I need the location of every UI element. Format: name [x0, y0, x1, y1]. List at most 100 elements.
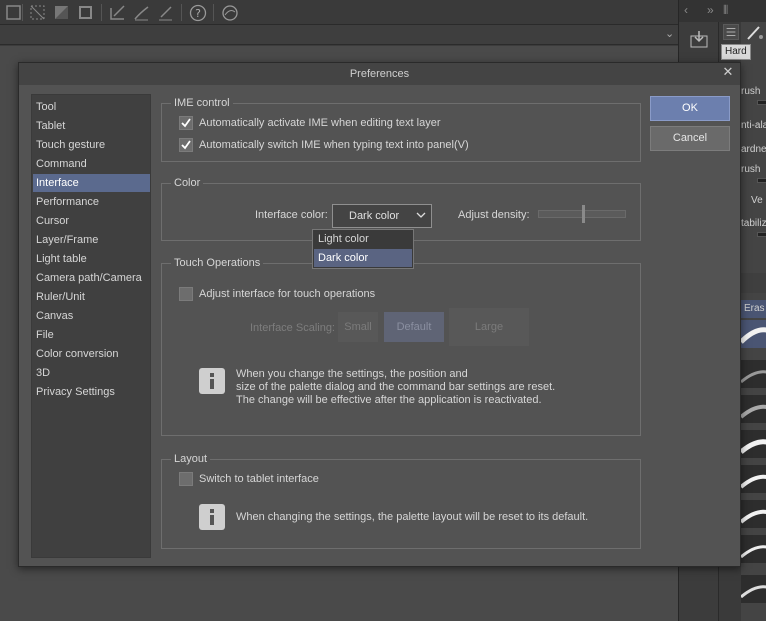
category-item-canvas[interactable]: Canvas	[33, 307, 150, 325]
selection-border-icon[interactable]	[76, 3, 96, 23]
main-toolbar: ?	[0, 0, 678, 25]
tooltip: Hard	[721, 44, 751, 60]
svg-text:?: ?	[195, 7, 201, 20]
palette-label: ardne	[741, 144, 766, 155]
palette-label: rush	[741, 86, 761, 97]
palette-header: ‹ » ⦀	[679, 0, 766, 22]
checkbox-label: Automatically switch IME when typing tex…	[199, 139, 469, 151]
info-icon	[199, 368, 225, 394]
category-item-layer-frame[interactable]: Layer/Frame	[33, 231, 150, 249]
group-title: Layout	[171, 452, 211, 466]
checkbox-label: Switch to tablet interface	[199, 473, 319, 485]
touch-adjust-checkbox[interactable]: Adjust interface for touch operations	[179, 286, 375, 302]
material-icon[interactable]	[220, 3, 240, 23]
density-slider[interactable]	[538, 205, 626, 223]
toolbar-separator	[101, 4, 102, 21]
double-chevron-right-icon[interactable]: »	[707, 3, 714, 17]
category-item-camera-path[interactable]: Camera path/Camera	[33, 269, 150, 287]
category-item-performance[interactable]: Performance	[33, 193, 150, 211]
brush-stroke-icon[interactable]	[132, 3, 152, 23]
chevron-down-icon[interactable]: ⌄	[665, 27, 674, 40]
group-title: Color	[171, 176, 204, 190]
ime-activate-checkbox[interactable]: Automatically activate IME when editing …	[179, 115, 441, 131]
brush-preview[interactable]	[741, 465, 766, 493]
close-icon[interactable]: ✕	[721, 65, 735, 79]
checkbox[interactable]	[179, 287, 193, 301]
category-item-privacy-settings[interactable]: Privacy Settings	[33, 383, 150, 401]
brush-header	[741, 273, 766, 293]
layout-group: Layout Switch to tablet interface When c…	[161, 452, 641, 549]
category-item-touch-gesture[interactable]: Touch gesture	[33, 136, 150, 154]
slider-thumb[interactable]	[582, 205, 585, 223]
category-list: Tool Tablet Touch gesture Command Interf…	[31, 94, 151, 558]
category-item-ruler-unit[interactable]: Ruler/Unit	[33, 288, 150, 306]
ime-switch-checkbox[interactable]: Automatically switch IME when typing tex…	[179, 137, 469, 153]
category-item-cursor[interactable]: Cursor	[33, 212, 150, 230]
info-icon	[199, 504, 225, 530]
toolbar-tool-icon[interactable]	[4, 3, 24, 23]
toolbar-separator	[213, 4, 214, 21]
brush-preview[interactable]	[741, 320, 766, 348]
interface-color-dropdown: Light color Dark color	[312, 229, 414, 269]
eraser-stroke-icon[interactable]	[156, 3, 176, 23]
scaling-default-option[interactable]: Default	[384, 312, 444, 342]
group-title: Touch Operations	[171, 256, 264, 270]
category-item-interface[interactable]: Interface	[33, 174, 150, 192]
checkbox[interactable]	[179, 472, 193, 486]
interface-color-select[interactable]: Dark color	[332, 204, 432, 228]
chevron-down-icon	[414, 208, 428, 222]
dropdown-option-light[interactable]: Light color	[314, 230, 412, 248]
scaling-small-option[interactable]: Small	[338, 312, 378, 342]
checkbox-checked-icon[interactable]	[179, 138, 193, 152]
palette-label: tabiliz	[741, 218, 766, 229]
palette-label: Ve	[751, 195, 763, 206]
eraser-tool-icon[interactable]	[743, 24, 765, 42]
info-message-line: The change will be effective after the a…	[236, 394, 542, 406]
brush-name[interactable]: Eras	[741, 300, 766, 318]
brush-preview[interactable]	[741, 500, 766, 528]
touch-operations-group: Touch Operations Adjust interface for to…	[161, 256, 641, 436]
palette-slider[interactable]	[757, 178, 766, 183]
ok-button[interactable]: OK	[650, 96, 730, 121]
help-icon[interactable]: ?	[188, 3, 208, 23]
dropdown-option-dark[interactable]: Dark color	[314, 249, 412, 267]
brush-preview[interactable]	[741, 430, 766, 458]
menu-icon[interactable]	[723, 24, 739, 40]
palette-slider[interactable]	[757, 100, 766, 105]
category-item-tablet[interactable]: Tablet	[33, 117, 150, 135]
palette-grip-icon[interactable]: ⦀	[723, 3, 728, 18]
selection-invert-icon[interactable]	[52, 3, 72, 23]
category-item-file[interactable]: File	[33, 326, 150, 344]
checkbox-checked-icon[interactable]	[179, 116, 193, 130]
ruler-pen-icon[interactable]	[108, 3, 128, 23]
scaling-large-option[interactable]: Large	[449, 308, 529, 346]
tablet-interface-checkbox[interactable]: Switch to tablet interface	[179, 471, 319, 487]
brush-preview[interactable]	[741, 395, 766, 423]
command-bar: ⌄	[0, 25, 678, 45]
brush-preview[interactable]	[741, 575, 766, 603]
category-item-color-conversion[interactable]: Color conversion	[33, 345, 150, 363]
brush-preview[interactable]	[741, 535, 766, 563]
category-item-3d[interactable]: 3D	[33, 364, 150, 382]
adjust-density-label: Adjust density:	[458, 209, 530, 221]
category-item-command[interactable]: Command	[33, 155, 150, 173]
category-item-light-table[interactable]: Light table	[33, 250, 150, 268]
ime-control-group: IME control Automatically activate IME w…	[161, 96, 641, 162]
chevron-left-icon[interactable]: ‹	[684, 3, 688, 17]
group-title: IME control	[171, 96, 233, 110]
palette-slider[interactable]	[757, 232, 766, 237]
category-item-tool[interactable]: Tool	[33, 98, 150, 116]
toolbar-separator	[181, 4, 182, 21]
palette-label: nti-ala	[741, 120, 766, 131]
info-message-line: size of the palette dialog and the comma…	[236, 381, 556, 393]
interface-color-label: Interface color:	[255, 209, 328, 221]
checkbox-label: Automatically activate IME when editing …	[199, 117, 441, 129]
import-icon[interactable]	[689, 30, 709, 48]
interface-scaling-label: Interface Scaling:	[250, 322, 335, 334]
cancel-button[interactable]: Cancel	[650, 126, 730, 151]
palette-label: rush	[741, 164, 761, 175]
selection-clear-icon[interactable]	[28, 3, 48, 23]
brush-preview[interactable]	[741, 360, 766, 388]
info-message-line: When you change the settings, the positi…	[236, 368, 468, 380]
checkbox-label: Adjust interface for touch operations	[199, 288, 376, 300]
